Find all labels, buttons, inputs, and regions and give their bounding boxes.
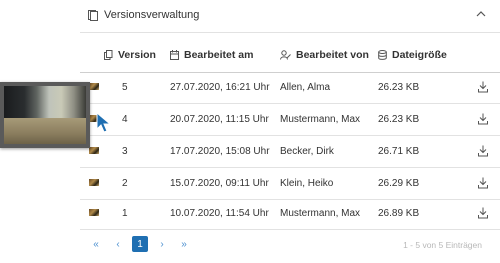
user-cell: Mustermann, Max (280, 208, 361, 219)
date-cell: 15.07.2020, 09:11 Uhr (170, 178, 269, 189)
column-label: Bearbeitet von (296, 49, 369, 61)
column-header-edited-by[interactable]: Bearbeitet von (280, 49, 369, 61)
chevron-up-icon[interactable] (476, 10, 486, 18)
size-cell: 26.29 KB (378, 178, 420, 189)
previous-page-button[interactable]: ‹ (110, 236, 126, 252)
next-page-button[interactable]: › (154, 236, 170, 252)
last-page-button[interactable]: » (176, 236, 192, 252)
table-row[interactable]: 1 10.07.2020, 11:54 Uhr Mustermann, Max … (80, 198, 500, 230)
entries-count: 1 - 5 von 5 Einträgen (403, 240, 482, 250)
download-icon[interactable] (478, 177, 488, 189)
page-1-button[interactable]: 1 (132, 236, 148, 252)
pagination: « ‹ 1 › » (88, 236, 192, 252)
calendar-icon (170, 50, 179, 60)
version-cell: 5 (122, 82, 128, 93)
table-row[interactable]: 2 15.07.2020, 09:11 Uhr Klein, Heiko 26.… (80, 168, 500, 200)
column-header-edited-at[interactable]: Bearbeitet am (170, 49, 253, 61)
table-header: Version Bearbeitet am Bearbeitet von Dat… (80, 36, 500, 73)
thumbnail-image[interactable] (89, 147, 99, 154)
download-icon[interactable] (478, 207, 488, 219)
preview-image (4, 86, 86, 144)
size-cell: 26.23 KB (378, 114, 420, 125)
column-label: Bearbeitet am (184, 49, 254, 61)
document-icon (88, 10, 98, 21)
column-label: Version (118, 49, 156, 61)
date-cell: 17.07.2020, 15:08 Uhr (170, 146, 270, 157)
download-icon[interactable] (478, 81, 488, 93)
version-cell: 4 (122, 114, 128, 125)
table-row[interactable]: 4 20.07.2020, 11:15 Uhr Mustermann, Max … (80, 104, 500, 136)
database-icon (378, 50, 387, 60)
size-cell: 26.71 KB (378, 146, 420, 157)
size-cell: 26.23 KB (378, 82, 420, 93)
first-page-button[interactable]: « (88, 236, 104, 252)
date-cell: 10.07.2020, 11:54 Uhr (170, 208, 269, 219)
version-cell: 2 (122, 178, 128, 189)
thumbnail-preview-popup (0, 82, 90, 148)
versions-panel-header[interactable]: Versionsverwaltung (80, 0, 500, 33)
user-cell: Klein, Heiko (280, 178, 334, 189)
table-row[interactable]: 5 27.07.2020, 16:21 Uhr Allen, Alma 26.2… (80, 72, 500, 104)
mouse-cursor-icon (96, 112, 112, 133)
column-label: Dateigröße (392, 49, 447, 61)
thumbnail-image[interactable] (89, 83, 99, 90)
user-cell: Mustermann, Max (280, 114, 361, 125)
size-cell: 26.89 KB (378, 208, 420, 219)
panel-title: Versionsverwaltung (104, 9, 200, 21)
version-cell: 3 (122, 146, 128, 157)
date-cell: 20.07.2020, 11:15 Uhr (170, 114, 269, 125)
download-icon[interactable] (478, 145, 488, 157)
version-cell: 1 (122, 208, 128, 219)
date-cell: 27.07.2020, 16:21 Uhr (170, 82, 270, 93)
column-header-file-size[interactable]: Dateigröße (378, 49, 447, 61)
download-icon[interactable] (478, 113, 488, 125)
thumbnail-image[interactable] (89, 209, 99, 216)
user-cell: Becker, Dirk (280, 146, 334, 157)
copy-icon (104, 50, 113, 60)
column-header-version[interactable]: Version (104, 49, 156, 61)
table-row[interactable]: 3 17.07.2020, 15:08 Uhr Becker, Dirk 26.… (80, 136, 500, 168)
user-cell: Allen, Alma (280, 82, 331, 93)
thumbnail-image[interactable] (89, 179, 99, 186)
user-edit-icon (280, 50, 291, 60)
